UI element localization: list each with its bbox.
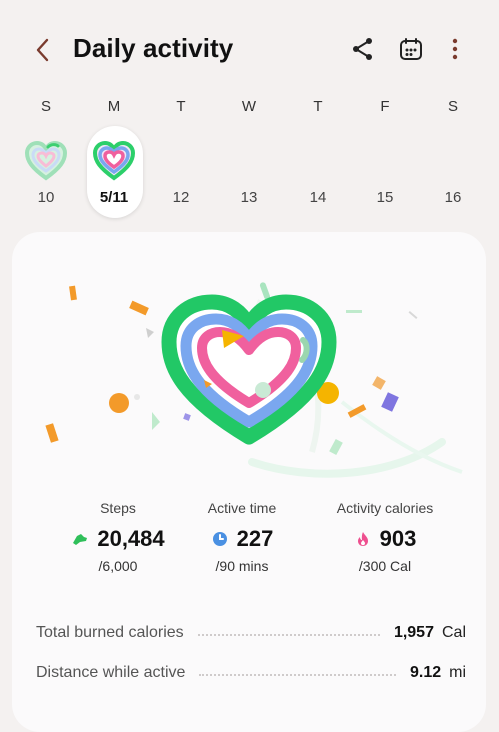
active-time-stat[interactable]: Active time 227 /90 mins: [167, 500, 317, 574]
activity-calories-goal: /300 Cal: [358, 558, 412, 574]
day-rings-heart-icon[interactable]: [92, 140, 136, 182]
day-rings-heart-icon[interactable]: [24, 140, 68, 182]
flame-icon: [357, 532, 368, 546]
active-time-label: Active time: [207, 500, 277, 516]
dotted-leader: [199, 674, 396, 676]
steps-shoe-icon: [73, 534, 88, 545]
total-burned-value: 1,957: [393, 624, 434, 641]
distance-unit: mi: [449, 664, 466, 681]
app-header: Daily activity: [0, 0, 499, 100]
back-chevron-icon[interactable]: [30, 36, 58, 64]
steps-value: 20,484: [97, 526, 165, 551]
distance-label: Distance while active: [36, 664, 186, 681]
more-vert-icon[interactable]: [442, 36, 468, 62]
total-burned-unit: Cal: [441, 624, 466, 641]
active-time-goal: /90 mins: [215, 558, 269, 574]
weekday-label: S: [447, 98, 458, 115]
day-date[interactable]: 16: [423, 189, 483, 206]
day-date[interactable]: 14: [288, 189, 348, 206]
weekday-label: F: [380, 98, 390, 115]
week-strip: S M T W T F S 10 5/11 12 13 14 15 16: [0, 98, 499, 228]
weekday-label: W: [241, 98, 257, 115]
day-date-selected[interactable]: 5/11: [84, 189, 144, 206]
distance-value: 9.12: [409, 664, 442, 681]
day-date[interactable]: 15: [355, 189, 415, 206]
dotted-leader: [197, 634, 380, 636]
active-time-value: 227: [236, 526, 274, 551]
activity-rings-heart-illustration: [45, 282, 463, 478]
day-date[interactable]: 13: [219, 189, 279, 206]
activity-calories-label: Activity calories: [336, 500, 434, 516]
day-date[interactable]: 12: [151, 189, 211, 206]
share-icon[interactable]: [350, 36, 376, 62]
page-title: Daily activity: [73, 33, 234, 63]
total-burned-calories-row[interactable]: Total burned calories 1,957 Cal: [36, 622, 466, 644]
weekday-label: M: [107, 98, 121, 115]
distance-while-active-row[interactable]: Distance while active 9.12 mi: [36, 662, 466, 684]
clock-icon: [212, 532, 227, 546]
weekday-label: T: [176, 98, 186, 115]
weekday-label: T: [313, 98, 323, 115]
calendar-icon[interactable]: [398, 36, 424, 62]
weekday-label: S: [40, 98, 51, 115]
total-burned-label: Total burned calories: [36, 624, 184, 641]
day-date[interactable]: 10: [16, 189, 76, 206]
activity-calories-value: 903: [379, 526, 417, 551]
activity-calories-stat[interactable]: Activity calories 903 /300 Cal: [310, 500, 460, 574]
